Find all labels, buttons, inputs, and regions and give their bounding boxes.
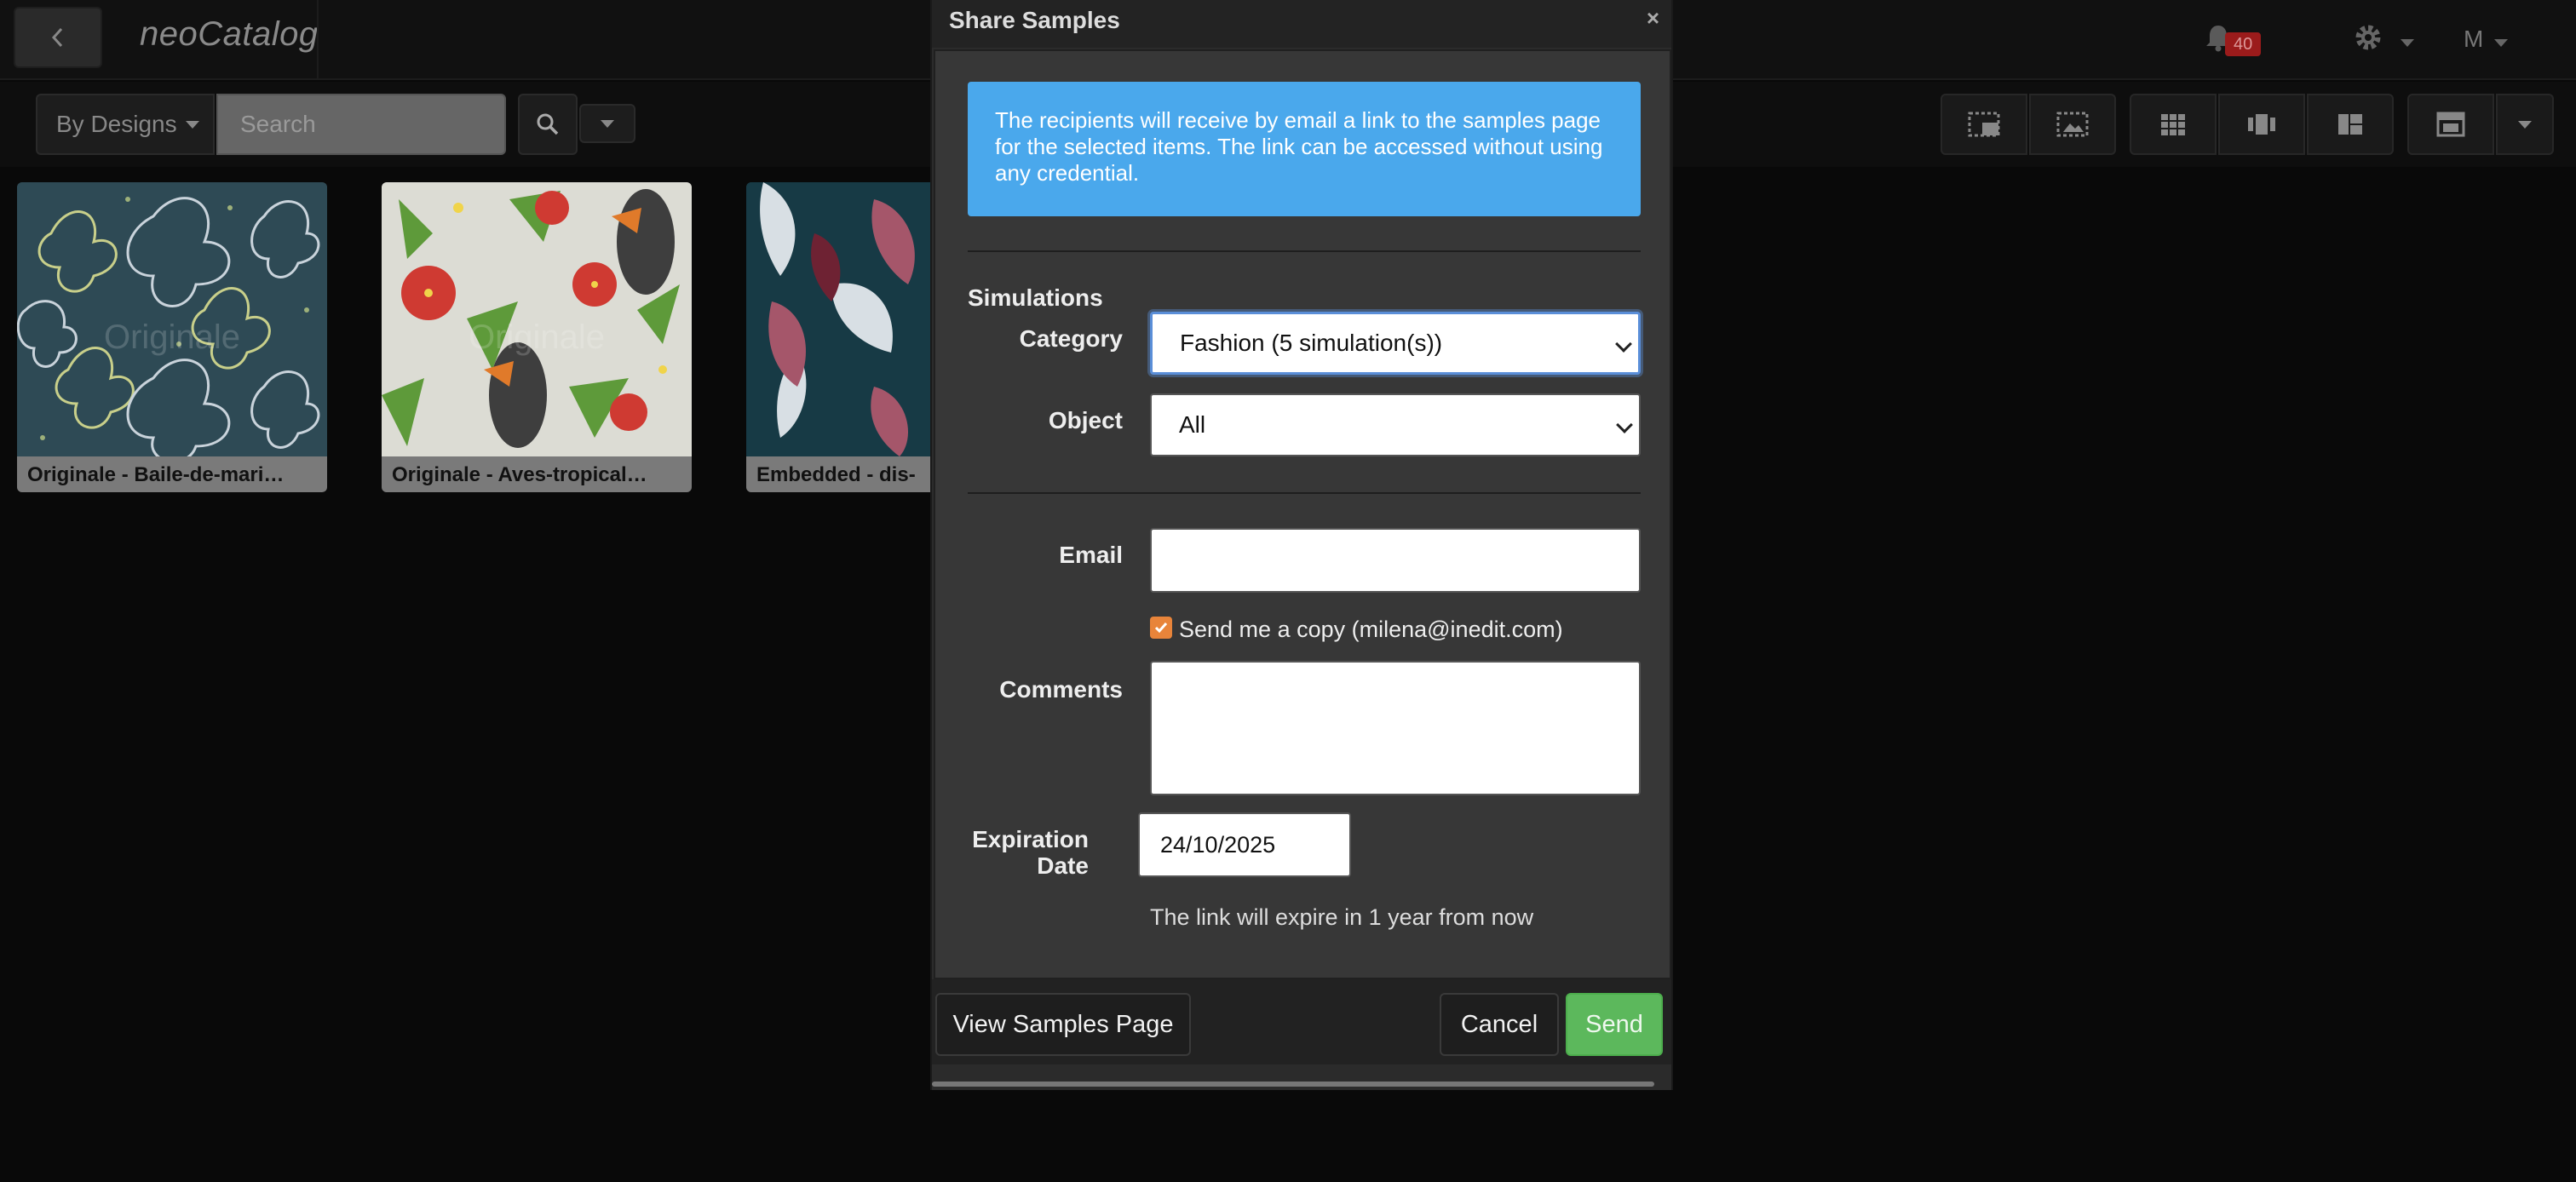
email-field[interactable] <box>1150 528 1641 593</box>
dialog-body: The recipients will receive by email a l… <box>934 49 1671 979</box>
expiration-note: The link will expire in 1 year from now <box>1150 904 1534 930</box>
expiration-label-line: Date <box>1037 852 1089 879</box>
thumbnail-label: Originale - Baile-de-mari… <box>17 456 327 492</box>
divider <box>968 492 1641 494</box>
view-options-button[interactable] <box>2496 94 2554 155</box>
send-copy-label[interactable]: Send me a copy (milena@inedit.com) <box>1179 617 1563 643</box>
object-label: Object <box>1048 407 1123 433</box>
user-menu[interactable]: M <box>2464 26 2483 53</box>
gear-icon[interactable] <box>2351 20 2385 55</box>
panel-view-button[interactable] <box>2407 94 2494 155</box>
chevron-down-icon <box>2518 120 2532 129</box>
info-message: The recipients will receive by email a l… <box>968 82 1641 216</box>
search-input[interactable] <box>216 94 506 155</box>
category-select[interactable]: Fashion (5 simulation(s)) <box>1150 312 1641 375</box>
dialog-footer: View Samples Page Cancel Send <box>932 979 1671 1064</box>
dialog-header: Share Samples × <box>932 0 1671 48</box>
object-select[interactable]: All <box>1150 393 1641 456</box>
expiration-date-label: Expiration Date <box>952 826 1089 879</box>
email-label: Email <box>1059 542 1123 568</box>
checkmark-icon <box>1154 623 1168 634</box>
thumbnail-label: Originale - Aves-tropical… <box>382 456 692 492</box>
carousel-icon <box>2248 114 2275 135</box>
mosaic-icon <box>2338 114 2362 135</box>
horizontal-scrollbar[interactable] <box>932 1082 1654 1087</box>
gallery-item[interactable]: Originale Originale - Baile-de-mari… <box>17 182 327 492</box>
mosaic-view-button[interactable] <box>2307 94 2394 155</box>
send-button[interactable]: Send <box>1566 993 1663 1056</box>
send-copy-checkbox[interactable] <box>1150 617 1172 639</box>
group-by-dropdown[interactable]: By Designs <box>36 94 215 155</box>
select-area-button[interactable] <box>1941 94 2027 155</box>
thumbnail-image <box>746 182 944 456</box>
thumbnail-label: Embedded - dis- <box>746 456 944 492</box>
share-samples-dialog: Share Samples × The recipients will rece… <box>930 0 1673 1090</box>
chevron-down-icon[interactable] <box>2401 39 2414 47</box>
category-label: Category <box>1019 325 1123 352</box>
comments-label: Comments <box>999 676 1123 703</box>
search-options-button[interactable] <box>579 104 635 143</box>
expiration-label-line: Expiration <box>972 826 1089 852</box>
carousel-view-button[interactable] <box>2218 94 2305 155</box>
select-image-icon <box>2056 112 2089 137</box>
cancel-button[interactable]: Cancel <box>1440 993 1559 1056</box>
thumbnail-watermark: Originale <box>103 318 241 356</box>
grid-icon <box>2161 114 2185 135</box>
chevron-down-icon[interactable] <box>2494 39 2508 47</box>
gallery-item[interactable]: Embedded - dis- <box>746 182 944 492</box>
category-value: Fashion (5 simulation(s)) <box>1180 330 1443 356</box>
panel-icon <box>2436 112 2465 137</box>
back-button[interactable] <box>14 7 102 68</box>
object-value: All <box>1179 411 1206 438</box>
search-button[interactable] <box>518 94 578 155</box>
chevron-down-icon <box>1615 336 1632 353</box>
chevron-left-icon <box>51 27 63 48</box>
thumbnail-watermark: Originale <box>468 318 606 356</box>
gallery-item[interactable]: Originale Originale - Aves-tropical… <box>382 182 692 492</box>
notification-badge: 40 <box>2225 32 2262 56</box>
divider <box>968 250 1641 252</box>
grid-view-button[interactable] <box>2130 94 2217 155</box>
group-by-label: By Designs <box>56 111 177 137</box>
simulations-heading: Simulations <box>968 284 1103 311</box>
select-image-button[interactable] <box>2029 94 2116 155</box>
select-area-icon <box>1968 112 2000 137</box>
chevron-down-icon <box>185 120 199 129</box>
navbar-divider <box>317 0 319 78</box>
brand-logo[interactable]: neoCatalog <box>140 15 319 54</box>
comments-textarea[interactable] <box>1150 661 1641 795</box>
expiration-date-input[interactable]: 24/10/2025 <box>1138 812 1351 877</box>
chevron-down-icon <box>601 119 614 128</box>
search-icon <box>537 113 559 135</box>
close-icon[interactable]: × <box>1647 5 1659 32</box>
chevron-down-icon <box>1616 416 1633 433</box>
dialog-title: Share Samples <box>949 7 1120 33</box>
view-samples-button[interactable]: View Samples Page <box>935 993 1191 1056</box>
